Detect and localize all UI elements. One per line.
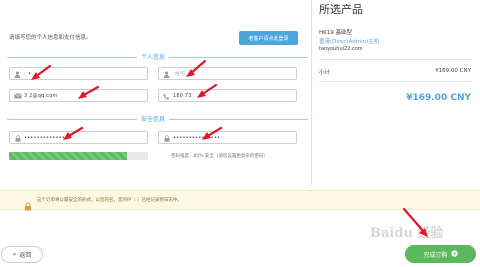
arrow-checkout — [402, 207, 426, 234]
annotation-arrows — [31, 59, 428, 237]
checkout-page: 请填写您的个人信息和支付信息。 老客户请点此登录 个人信息 • 姓/名 3 2@… — [0, 0, 480, 267]
